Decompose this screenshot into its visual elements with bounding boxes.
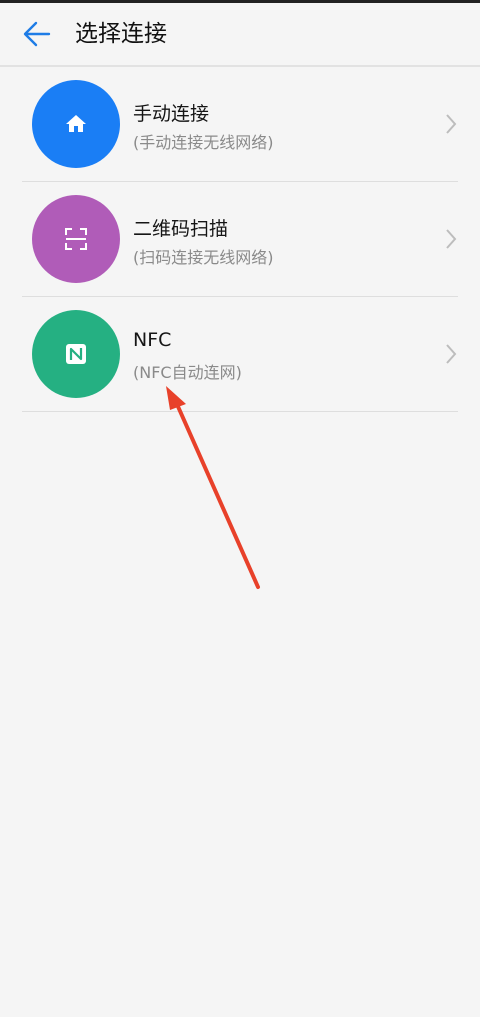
qr-scan-icon-badge bbox=[32, 195, 120, 283]
manual-connect-icon-badge bbox=[32, 80, 120, 168]
list-item-manual-connect[interactable]: 手动连接 (手动连接无线网络) bbox=[0, 67, 480, 182]
chevron-right-icon bbox=[446, 344, 457, 364]
home-icon bbox=[66, 115, 86, 132]
item-divider bbox=[22, 411, 458, 412]
item-label: 手动连接 bbox=[133, 103, 210, 125]
chevron-right-icon bbox=[446, 114, 457, 134]
scan-icon bbox=[65, 228, 87, 250]
item-label: NFC bbox=[133, 329, 172, 351]
chevron-right-icon bbox=[446, 229, 457, 249]
back-arrow-icon bbox=[23, 21, 51, 47]
item-description: (扫码连接无线网络) bbox=[133, 248, 274, 267]
nfc-icon-badge bbox=[32, 310, 120, 398]
item-description: (NFC自动连网) bbox=[133, 363, 242, 382]
back-button[interactable] bbox=[20, 17, 54, 51]
connection-options-list: 手动连接 (手动连接无线网络) 二维码扫描 (扫码连接无线网络) NFC (NF… bbox=[0, 67, 480, 412]
page-title: 选择连接 bbox=[75, 21, 167, 47]
nfc-icon bbox=[66, 344, 86, 364]
list-item-nfc[interactable]: NFC (NFC自动连网) bbox=[0, 297, 480, 412]
app-bar: 选择连接 bbox=[0, 3, 480, 65]
list-item-qr-scan[interactable]: 二维码扫描 (扫码连接无线网络) bbox=[0, 182, 480, 297]
item-description: (手动连接无线网络) bbox=[133, 133, 274, 152]
item-label: 二维码扫描 bbox=[133, 218, 229, 240]
